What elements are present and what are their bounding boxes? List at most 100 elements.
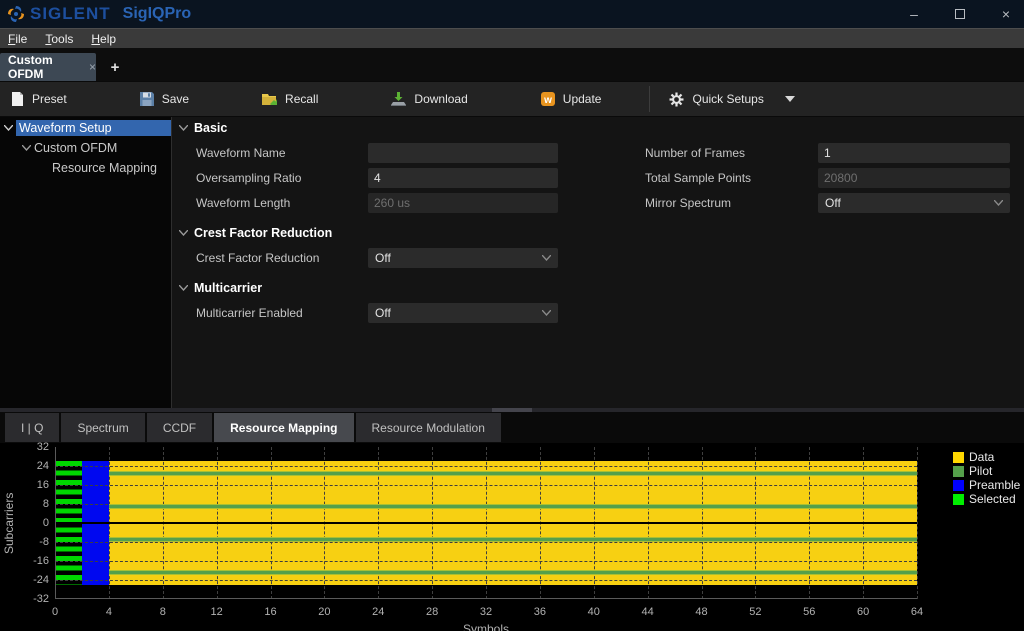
floppy-icon [139, 91, 155, 107]
total-sample-points-label: Total Sample Points [645, 168, 751, 188]
document-icon [10, 91, 25, 107]
chart-legend: DataPilotPreambleSelected [953, 450, 1020, 506]
quick-setups-label: Quick Setups [692, 92, 763, 106]
section-basic[interactable]: Basic [179, 121, 227, 135]
oversampling-ratio-label: Oversampling Ratio [196, 168, 301, 188]
mirror-spectrum-select[interactable]: Off [818, 193, 1010, 213]
legend-swatch-data [953, 452, 964, 463]
workspace: Waveform Setup Custom OFDM Resource Mapp… [0, 117, 1024, 408]
waveform-length-field [368, 193, 558, 213]
tab-custom-ofdm[interactable]: Custom OFDM × [0, 53, 96, 81]
oversampling-ratio-input[interactable] [368, 168, 558, 188]
recall-button[interactable]: Recall [251, 84, 328, 114]
crest-factor-reduction-select[interactable]: Off [368, 248, 558, 268]
y-tick-label: -32 [18, 593, 49, 605]
tab-iq[interactable]: I | Q [5, 413, 59, 442]
x-tick-label: 28 [417, 606, 447, 618]
chevron-down-icon[interactable] [785, 96, 795, 102]
x-axis-title: Symbols [55, 622, 917, 631]
chevron-down-icon [179, 125, 188, 131]
tab-resource-modulation[interactable]: Resource Modulation [356, 413, 501, 442]
mirror-spectrum-label: Mirror Spectrum [645, 193, 731, 213]
legend-label: Pilot [969, 464, 992, 478]
tab-spectrum[interactable]: Spectrum [61, 413, 144, 442]
waveform-name-field[interactable] [368, 143, 558, 163]
maximize-icon [955, 9, 965, 19]
save-button[interactable]: Save [129, 84, 199, 114]
view-tab-strip: I | Q Spectrum CCDF Resource Mapping Res… [0, 412, 1024, 443]
legend-swatch-pilot [953, 466, 964, 477]
tab-ccdf[interactable]: CCDF [147, 413, 212, 442]
quick-setups-button[interactable]: Quick Setups [658, 84, 804, 114]
document-tab-bar: Custom OFDM × + [0, 48, 1024, 81]
x-tick-label: 64 [902, 606, 932, 618]
minimize-button[interactable]: – [904, 6, 924, 22]
multicarrier-enabled-select[interactable]: Off [368, 303, 558, 323]
section-title: Crest Factor Reduction [194, 226, 332, 240]
chevron-down-icon[interactable] [18, 145, 34, 151]
multicarrier-enabled-label: Multicarrier Enabled [196, 303, 303, 323]
tree-item-label: Resource Mapping [52, 161, 157, 175]
tree-item-resource-mapping[interactable]: Resource Mapping [0, 159, 171, 177]
y-tick-label: -24 [18, 574, 49, 586]
preset-button[interactable]: Preset [0, 84, 77, 114]
y-tick-label: 24 [18, 460, 49, 472]
waveform-length-label: Waveform Length [196, 193, 290, 213]
x-tick-label: 60 [848, 606, 878, 618]
x-tick-label: 20 [309, 606, 339, 618]
x-tick-label: 52 [740, 606, 770, 618]
update-button[interactable]: w Update [530, 84, 612, 114]
legend-item: Selected [953, 492, 1020, 506]
x-tick-label: 48 [687, 606, 717, 618]
preset-label: Preset [32, 92, 67, 106]
menu-file[interactable]: File [8, 32, 27, 46]
siglent-logo-icon [6, 4, 26, 24]
resource-mapping-chart: 32241680-8-16-24-32048121620242832364044… [0, 443, 1024, 631]
menu-tools[interactable]: Tools [45, 32, 73, 46]
add-tab-button[interactable]: + [104, 53, 126, 81]
setup-tree: Waveform Setup Custom OFDM Resource Mapp… [0, 117, 172, 408]
download-button[interactable]: Download [380, 84, 477, 114]
chevron-down-icon[interactable] [0, 125, 16, 131]
tree-item-waveform-setup[interactable]: Waveform Setup [0, 119, 171, 137]
chevron-down-icon [179, 230, 188, 236]
number-of-frames-label: Number of Frames [645, 143, 745, 163]
section-crest-factor-reduction[interactable]: Crest Factor Reduction [179, 226, 332, 240]
menu-help[interactable]: Help [91, 32, 116, 46]
crest-factor-reduction-label: Crest Factor Reduction [196, 248, 319, 268]
number-of-frames-input[interactable] [818, 143, 1010, 163]
y-tick-label: 0 [18, 517, 49, 529]
recall-label: Recall [285, 92, 318, 106]
section-title: Multicarrier [194, 281, 262, 295]
tree-item-custom-ofdm[interactable]: Custom OFDM [0, 139, 171, 157]
legend-item: Data [953, 450, 1020, 464]
toolbar-separator [649, 86, 650, 112]
number-of-frames-field[interactable] [818, 143, 1010, 163]
x-tick-label: 24 [363, 606, 393, 618]
legend-swatch-selected [953, 494, 964, 505]
section-multicarrier[interactable]: Multicarrier [179, 281, 262, 295]
x-tick-label: 16 [256, 606, 286, 618]
waveform-length-input [368, 193, 558, 213]
chevron-down-icon [994, 200, 1003, 206]
download-label: Download [414, 92, 467, 106]
close-button[interactable]: × [996, 6, 1016, 22]
y-tick-label: 8 [18, 498, 49, 510]
maximize-button[interactable] [950, 6, 970, 22]
y-tick-label: -16 [18, 555, 49, 567]
download-icon [390, 91, 407, 107]
tab-resource-mapping[interactable]: Resource Mapping [214, 413, 353, 442]
waveform-name-input[interactable] [368, 143, 558, 163]
x-tick-label: 4 [94, 606, 124, 618]
chevron-down-icon [542, 310, 551, 316]
x-tick-label: 56 [794, 606, 824, 618]
tab-label: Custom OFDM [8, 53, 81, 81]
x-tick-label: 32 [471, 606, 501, 618]
folder-icon [261, 91, 278, 107]
y-tick-label: -8 [18, 536, 49, 548]
total-sample-points-field [818, 168, 1010, 188]
tab-close-icon[interactable]: × [89, 60, 96, 74]
oversampling-ratio-field[interactable] [368, 168, 558, 188]
x-tick-label: 44 [633, 606, 663, 618]
x-tick-label: 36 [525, 606, 555, 618]
